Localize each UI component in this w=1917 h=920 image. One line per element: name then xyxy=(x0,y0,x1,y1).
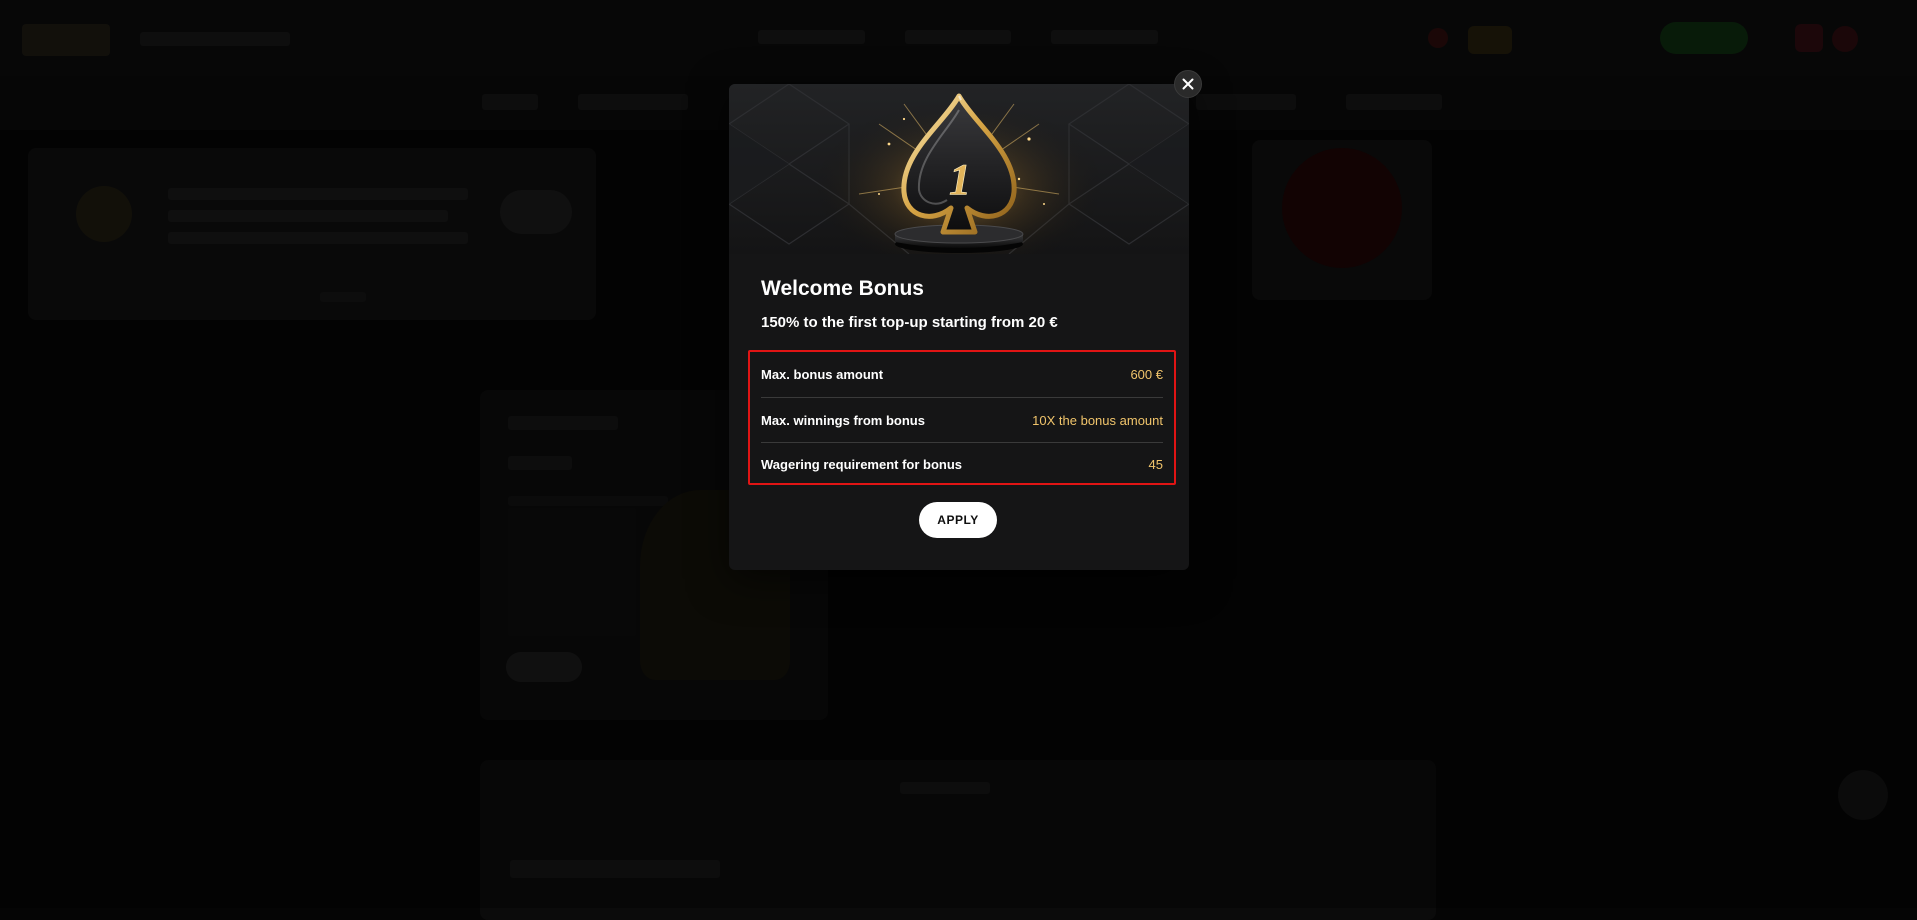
detail-value: 600 € xyxy=(1130,366,1163,382)
close-button[interactable] xyxy=(1174,70,1202,98)
detail-value: 10X the bonus amount xyxy=(1032,412,1163,428)
modal-title: Welcome Bonus xyxy=(761,277,924,300)
detail-value: 45 xyxy=(1148,457,1163,472)
welcome-bonus-modal: 1 Welcome Bonus 150% to the first top-up… xyxy=(729,84,1189,570)
bonus-details-box: Max. bonus amount 600 € Max. winnings fr… xyxy=(748,350,1176,485)
apply-button[interactable]: APPLY xyxy=(919,502,997,538)
detail-label: Wagering requirement for bonus xyxy=(761,457,963,472)
detail-row-max-bonus: Max. bonus amount 600 € xyxy=(761,352,1163,396)
hero-badge-number: 1 xyxy=(949,155,971,204)
modal-subtitle: 150% to the first top-up starting from 2… xyxy=(761,314,1058,331)
spade-trophy-icon: 1 xyxy=(729,84,1189,269)
detail-row-wagering: Wagering requirement for bonus 45 xyxy=(761,442,1163,486)
close-icon xyxy=(1182,78,1194,90)
detail-label: Max. bonus amount xyxy=(761,366,884,382)
detail-label: Max. winnings from bonus xyxy=(761,412,925,428)
detail-row-max-winnings: Max. winnings from bonus 10X the bonus a… xyxy=(761,397,1163,442)
modal-hero-banner: 1 xyxy=(729,84,1189,269)
